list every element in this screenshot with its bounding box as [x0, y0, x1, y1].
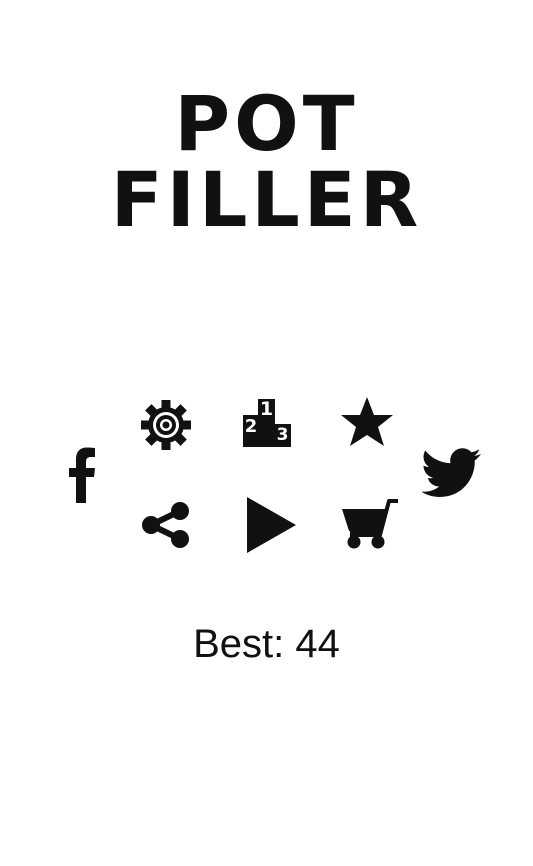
cart-icon [342, 499, 398, 549]
share-icon [142, 502, 189, 548]
game-title-line-2: FILLER [110, 155, 423, 244]
share-button[interactable] [138, 498, 194, 552]
play-button[interactable] [238, 492, 300, 558]
best-score: Best: 44 [193, 622, 340, 666]
settings-button[interactable] [138, 397, 194, 453]
shop-button[interactable] [336, 496, 402, 552]
star-icon [341, 397, 393, 446]
twitter-icon [422, 448, 481, 497]
facebook-button[interactable] [62, 446, 102, 504]
twitter-button[interactable] [420, 446, 484, 500]
play-icon [247, 497, 296, 553]
gear-icon [141, 400, 191, 450]
podium-rank-1: 1 [259, 398, 274, 420]
leaderboard-button[interactable]: 1 2 3 [238, 396, 296, 450]
rate-button[interactable] [338, 394, 396, 450]
game-title-line-1: POT [174, 79, 359, 168]
podium-rank-3: 3 [276, 425, 289, 445]
facebook-icon [69, 447, 95, 503]
podium-rank-2: 2 [244, 416, 258, 437]
